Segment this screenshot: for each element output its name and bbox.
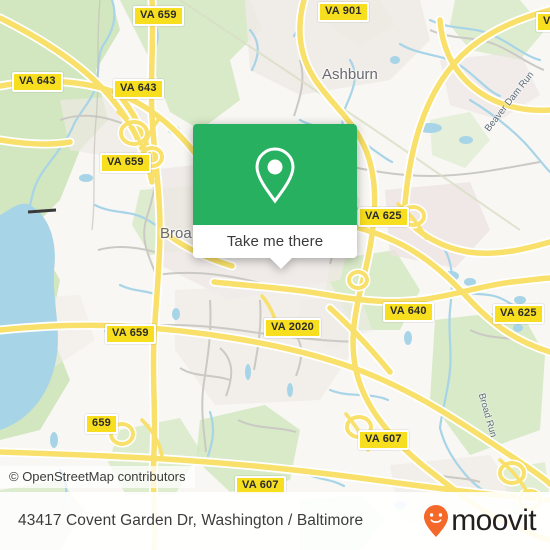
road-shield: VA 659: [105, 324, 156, 344]
road-shield: VA 625: [493, 304, 544, 324]
address-label: 43417 Covent Garden Dr, Washington / Bal…: [18, 512, 364, 529]
map-pin-icon: [255, 146, 295, 204]
road-shield: VA 2020: [264, 318, 321, 338]
location-popup-card[interactable]: Take me there: [193, 124, 357, 269]
road-shield: VA 659: [100, 153, 151, 173]
footer-bar: 43417 Covent Garden Dr, Washington / Bal…: [0, 492, 550, 550]
road-shield: 659: [85, 414, 118, 434]
road-shield: VA 607: [358, 430, 409, 450]
place-label-broadlands: Broa: [160, 225, 192, 242]
moovit-brand[interactable]: moovit: [423, 504, 537, 538]
popup-header: [193, 124, 357, 225]
road-shield: VA 659: [133, 6, 184, 26]
road-shield: VA 643: [113, 79, 164, 99]
popup-pointer: [270, 258, 292, 269]
take-me-there-button[interactable]: Take me there: [193, 225, 357, 258]
road-shield: VA 625: [358, 207, 409, 227]
place-label-ashburn: Ashburn: [322, 66, 378, 83]
moovit-wordmark: moovit: [451, 504, 536, 537]
osm-attribution[interactable]: © OpenStreetMap contributors: [0, 466, 195, 488]
map-screen: VA 659 VA 901 VA VA 643 VA 643 VA 659 VA…: [0, 0, 550, 550]
road-shield: VA 640: [383, 302, 434, 322]
take-me-there-label: Take me there: [226, 233, 324, 250]
moovit-pin-smile-icon: [424, 505, 449, 537]
road-shield: VA 901: [318, 2, 369, 22]
road-shield: VA 643: [12, 72, 63, 92]
road-shield: VA: [536, 12, 550, 32]
